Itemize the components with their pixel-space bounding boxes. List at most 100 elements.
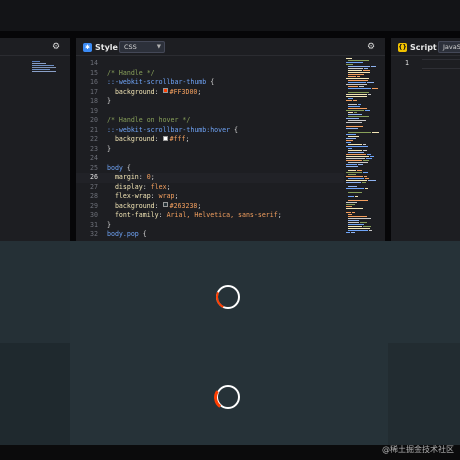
code-token: ; xyxy=(197,201,202,210)
html-editor[interactable] xyxy=(0,56,70,241)
minimap-stroke xyxy=(365,110,370,111)
gear-icon[interactable]: ⚙ xyxy=(52,41,60,53)
code-token: : xyxy=(138,173,147,181)
minimap-stroke xyxy=(372,132,379,133)
code-line[interactable]: 24 xyxy=(76,154,344,164)
color-swatch[interactable] xyxy=(162,88,168,93)
line-number: 28 xyxy=(90,192,98,200)
minimap-stroke xyxy=(370,156,374,157)
minimap-stroke xyxy=(354,112,357,113)
css-minimap[interactable] xyxy=(346,58,379,238)
minimap-stroke xyxy=(346,166,358,167)
minimap-stroke xyxy=(346,172,362,173)
minimap-stroke xyxy=(346,154,366,155)
code-token: ; xyxy=(197,87,202,96)
minimap-stroke xyxy=(346,94,367,95)
html-minimap[interactable] xyxy=(32,61,58,81)
code-line[interactable]: 22 background: #fff; xyxy=(76,135,344,145)
code-line[interactable]: 17 background: #FF3D00; xyxy=(76,88,344,98)
minimap-stroke xyxy=(348,216,367,217)
code-line[interactable]: 25 body { xyxy=(76,164,344,174)
minimap-stroke xyxy=(367,82,374,83)
code-text: } xyxy=(107,221,111,231)
code-text: body { xyxy=(107,164,131,174)
minimap-stroke xyxy=(346,96,367,97)
minimap-stroke xyxy=(346,232,350,233)
code-line[interactable]: 16::-webkit-scrollbar-thumb { xyxy=(76,78,344,88)
minimap-stroke xyxy=(365,178,369,179)
minimap-stroke xyxy=(348,80,368,81)
code-line[interactable]: 21::-webkit-scrollbar-thumb:hover { xyxy=(76,126,344,136)
code-token: background xyxy=(107,87,155,96)
minimap-stroke xyxy=(348,162,368,163)
minimap-stroke xyxy=(353,100,357,101)
code-text: } xyxy=(107,97,111,107)
line-number: 16 xyxy=(90,78,98,86)
minimap-stroke xyxy=(357,170,362,171)
minimap-stroke xyxy=(346,110,364,111)
code-token: flex xyxy=(150,182,167,191)
line-number: 21 xyxy=(90,125,98,134)
line-number: 24 xyxy=(90,154,98,162)
minimap-stroke xyxy=(369,230,372,231)
minimap-stroke xyxy=(346,202,357,203)
minimap-stroke xyxy=(348,74,364,75)
minimap-stroke xyxy=(348,222,359,223)
minimap-stroke xyxy=(348,120,366,121)
code-line[interactable]: 19 xyxy=(76,107,344,117)
code-line[interactable]: 29 background: #263238; xyxy=(76,202,344,212)
minimap-stroke xyxy=(346,142,351,143)
minimap-stroke xyxy=(348,136,359,137)
minimap-stroke xyxy=(348,114,362,115)
minimap-stroke xyxy=(346,84,367,85)
minimap-stroke xyxy=(346,138,356,139)
code-line[interactable]: 15 /* Handle */ xyxy=(76,69,344,79)
css-editor[interactable]: 14 15 /* Handle */16::-webkit-scrollbar-th… xyxy=(76,56,385,241)
loader-arc xyxy=(212,383,241,412)
minimap-stroke xyxy=(346,62,363,63)
code-line[interactable]: 27 display: flex; xyxy=(76,183,344,193)
minimap-stroke xyxy=(348,98,353,99)
minimap-stroke xyxy=(346,158,365,159)
minimap-stroke xyxy=(348,66,370,67)
minimap-stroke xyxy=(348,116,369,117)
code-line[interactable]: 20 /* Handle on hover */ xyxy=(76,116,344,126)
code-line[interactable]: 26 margin: 0; xyxy=(76,173,344,183)
minimap-stroke xyxy=(348,220,359,221)
script-language-select[interactable]: JavaSc xyxy=(438,41,460,53)
minimap-stroke xyxy=(348,76,356,77)
code-line[interactable]: 32 body.pop { xyxy=(76,230,344,240)
code-line[interactable]: 23} xyxy=(76,145,344,155)
minimap-stroke xyxy=(346,212,351,213)
style-panel-title: Style xyxy=(95,43,118,52)
code-line[interactable]: 30 font-family: Arial, Helvetica, sans-s… xyxy=(76,211,344,221)
code-line[interactable]: 28 flex-wrap: wrap; xyxy=(76,192,344,202)
line-number: 22 xyxy=(90,135,98,143)
js-editor[interactable]: 1 xyxy=(391,56,460,241)
top-toolbar xyxy=(0,0,460,31)
script-language-value: JavaSc xyxy=(443,43,460,51)
code-text: } xyxy=(107,145,111,155)
code-token: } xyxy=(107,97,111,105)
color-swatch[interactable] xyxy=(162,135,168,141)
minimap-stroke xyxy=(364,176,367,177)
code-token: body xyxy=(107,163,123,172)
code-token: { xyxy=(122,163,131,172)
color-swatch[interactable] xyxy=(162,202,168,207)
code-line[interactable]: 14 xyxy=(76,59,344,69)
code-token: ; xyxy=(166,182,171,191)
minimap-stroke xyxy=(348,186,357,187)
code-line[interactable]: 31} xyxy=(76,221,344,231)
minimap-stroke xyxy=(346,204,355,205)
code-text: /* Handle on hover */ xyxy=(107,116,190,126)
css-code[interactable]: 14 15 /* Handle */16::-webkit-scrollbar-th… xyxy=(76,59,344,240)
minimap-stroke xyxy=(348,170,356,171)
minimap-stroke xyxy=(348,92,369,93)
js-badge-icon: {} xyxy=(398,43,407,52)
line-number: 30 xyxy=(90,211,98,219)
code-line[interactable]: 18} xyxy=(76,97,344,107)
line-number: 19 xyxy=(90,106,98,115)
gear-icon[interactable]: ⚙ xyxy=(367,41,375,53)
code-text: flex-wrap: wrap; xyxy=(107,192,179,202)
style-language-select[interactable]: CSS ▼ xyxy=(119,41,165,53)
